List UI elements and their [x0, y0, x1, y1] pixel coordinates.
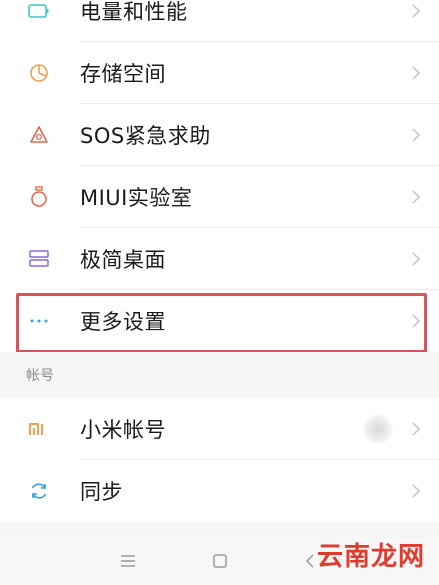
more-dots-icon — [26, 308, 52, 334]
account-section: 帐号 小米帐号 同步 — [0, 352, 439, 522]
settings-item-sync[interactable]: 同步 — [0, 460, 439, 522]
sos-alert-icon — [26, 122, 52, 148]
sync-icon — [26, 478, 52, 504]
chevron-right-icon — [409, 249, 423, 269]
chevron-right-icon — [409, 419, 423, 439]
chevron-right-icon — [409, 311, 423, 331]
settings-item-simple-desktop[interactable]: 极简桌面 — [0, 228, 439, 290]
settings-item-battery[interactable]: 电量和性能 — [0, 0, 439, 42]
lab-flask-icon — [26, 184, 52, 210]
storage-pie-icon — [26, 60, 52, 86]
settings-item-sos[interactable]: SOS紧急求助 — [0, 104, 439, 166]
settings-item-label: 小米帐号 — [80, 418, 166, 442]
chevron-right-icon — [409, 1, 423, 21]
chevron-right-icon — [409, 63, 423, 83]
avatar — [363, 414, 393, 444]
home-icon[interactable] — [210, 551, 230, 571]
chevron-right-icon — [409, 187, 423, 207]
simple-desktop-icon — [26, 246, 52, 272]
section-header-account: 帐号 — [0, 352, 439, 398]
watermark-text: 云南龙网 — [316, 542, 425, 572]
settings-group: 电量和性能 存储空间 SOS紧急求助 MIUI实验室 极简桌面 更多设置 — [0, 0, 439, 352]
settings-item-more-settings[interactable]: 更多设置 — [0, 290, 439, 352]
settings-item-miui-lab[interactable]: MIUI实验室 — [0, 166, 439, 228]
battery-icon — [26, 0, 52, 24]
chevron-right-icon — [409, 481, 423, 501]
settings-screen: 电量和性能 存储空间 SOS紧急求助 MIUI实验室 极简桌面 更多设置 帐号 … — [0, 0, 439, 585]
settings-item-label: 同步 — [80, 480, 123, 504]
settings-item-label: 存储空间 — [80, 62, 166, 86]
chevron-right-icon — [409, 125, 423, 145]
settings-item-label: 电量和性能 — [80, 0, 188, 24]
settings-item-label: 更多设置 — [80, 310, 166, 334]
settings-item-label: MIUI实验室 — [80, 186, 193, 210]
menu-icon[interactable] — [118, 551, 138, 571]
account-group: 小米帐号 同步 — [0, 398, 439, 522]
mi-logo-icon — [26, 416, 52, 442]
settings-item-label: SOS紧急求助 — [80, 124, 211, 148]
settings-item-label: 极简桌面 — [80, 248, 166, 272]
settings-item-mi-account[interactable]: 小米帐号 — [0, 398, 439, 460]
settings-item-storage[interactable]: 存储空间 — [0, 42, 439, 104]
